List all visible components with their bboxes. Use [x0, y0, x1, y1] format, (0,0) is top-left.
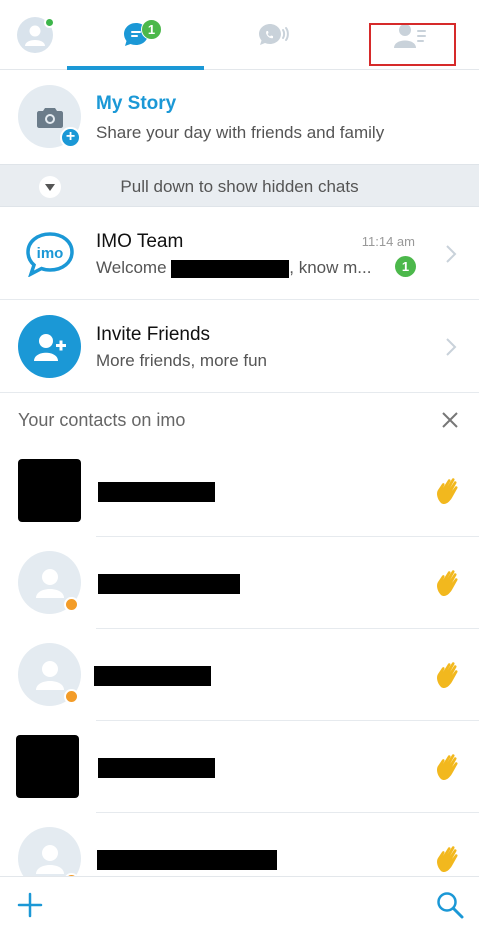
- contact-row[interactable]: [0, 629, 479, 721]
- contact-row[interactable]: [0, 721, 479, 813]
- chats-unread-badge: 1: [141, 19, 162, 40]
- user-icon: [35, 844, 64, 874]
- pending-status-icon: [64, 689, 79, 704]
- redacted-contact-name: [98, 482, 215, 502]
- close-icon[interactable]: [440, 410, 460, 430]
- chat-name: IMO Team: [96, 231, 184, 252]
- chat-name: Invite Friends: [96, 324, 211, 345]
- avatar: [18, 459, 81, 522]
- wave-icon[interactable]: [433, 659, 465, 691]
- chevron-right-icon: [446, 338, 457, 356]
- hidden-chats-bar[interactable]: Pull down to show hidden chats: [0, 164, 479, 207]
- redacted-contact-name: [98, 758, 215, 778]
- redacted-contact-name: [94, 666, 211, 686]
- wave-icon[interactable]: [433, 843, 465, 875]
- redacted-contact-name: [97, 850, 277, 870]
- online-status-dot: [44, 17, 55, 28]
- contact-row[interactable]: [0, 537, 479, 629]
- hidden-chats-label: Pull down to show hidden chats: [120, 177, 359, 196]
- avatar: [16, 735, 79, 798]
- add-story-plus-icon[interactable]: +: [60, 127, 81, 148]
- redacted-contact-name: [98, 574, 240, 594]
- unread-badge: 1: [395, 256, 416, 277]
- contact-row[interactable]: [0, 445, 479, 537]
- top-tab-bar: 1: [0, 0, 479, 70]
- imo-logo-icon: imo: [25, 231, 74, 277]
- wave-icon[interactable]: [433, 751, 465, 783]
- redacted-name: [171, 259, 290, 278]
- imo-logo-avatar: imo: [18, 222, 81, 285]
- contacts-tab-highlight: [369, 23, 456, 66]
- tab-profile[interactable]: [0, 0, 70, 70]
- chat-preview: More friends, more fun: [96, 351, 268, 370]
- user-icon: [35, 568, 64, 598]
- user-icon: [35, 660, 64, 690]
- user-icon: [25, 25, 45, 46]
- tab-calls[interactable]: [204, 0, 341, 70]
- camera-icon: [36, 107, 63, 128]
- chat-preview-suffix: , know m...: [289, 258, 372, 277]
- profile-avatar[interactable]: [17, 17, 55, 53]
- imo-logo-text: imo: [36, 245, 63, 262]
- invite-avatar: [18, 315, 81, 378]
- story-title: My Story: [96, 93, 177, 114]
- bottom-bar: [0, 876, 479, 933]
- story-subtitle: Share your day with friends and family: [96, 123, 385, 142]
- wave-icon[interactable]: [433, 567, 465, 599]
- chat-preview: Welcome , know m...: [96, 258, 371, 278]
- plus-icon[interactable]: [16, 891, 44, 919]
- chat-preview-prefix: Welcome: [96, 258, 167, 277]
- add-user-icon: [33, 333, 66, 361]
- pending-status-icon: [64, 597, 79, 612]
- call-bubble-icon: [258, 24, 289, 45]
- chat-row-imo-team[interactable]: imo IMO Team 11:14 am Welcome , know m..…: [0, 207, 479, 300]
- contacts-section-title: Your contacts on imo: [18, 410, 186, 430]
- wave-icon[interactable]: [433, 475, 465, 507]
- chevron-right-icon: [446, 245, 457, 263]
- chat-row-invite-friends[interactable]: Invite Friends More friends, more fun: [0, 300, 479, 393]
- chat-time: 11:14 am: [361, 234, 415, 249]
- tab-chats[interactable]: [67, 0, 204, 70]
- search-icon[interactable]: [435, 890, 465, 920]
- my-story-row[interactable]: + My Story Share your day with friends a…: [0, 70, 479, 164]
